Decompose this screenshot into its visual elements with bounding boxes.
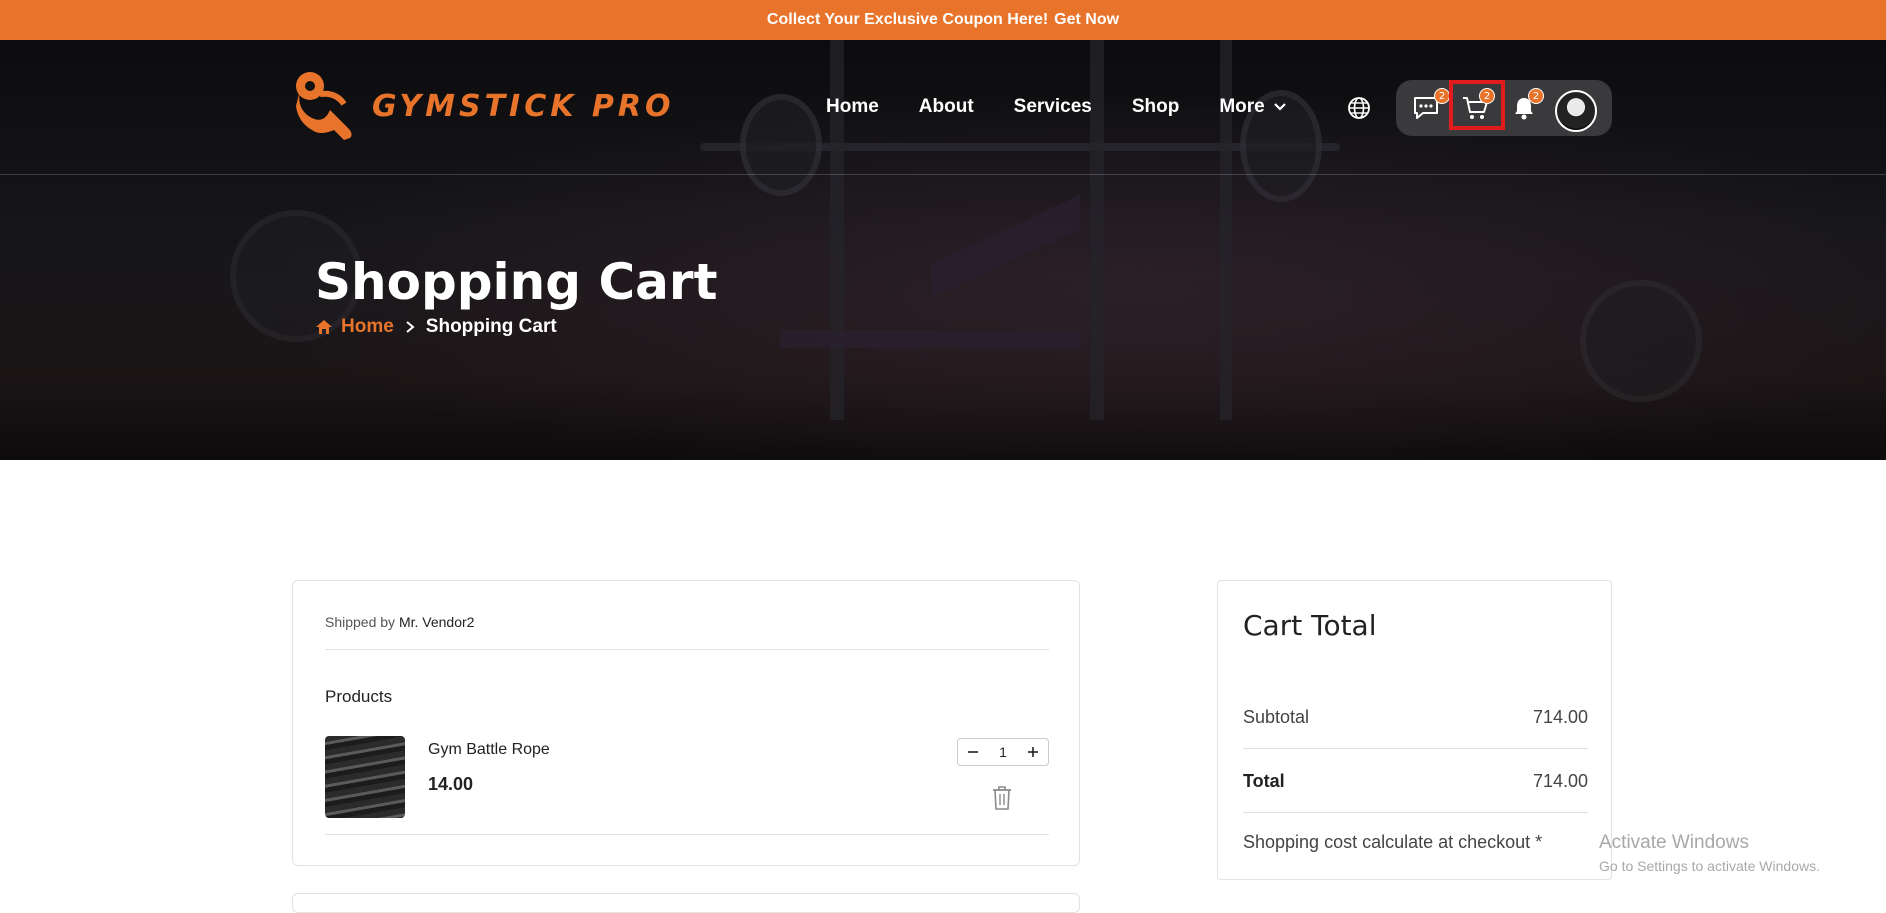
windows-activation-watermark: Activate Windows Go to Settings to activ… <box>1599 832 1820 874</box>
divider <box>325 649 1049 650</box>
hero-bench-decoration <box>780 330 1080 348</box>
nav-more[interactable]: More <box>1219 96 1286 118</box>
nav-more-label: More <box>1219 96 1265 117</box>
messages-count-badge: 2 <box>1434 88 1450 104</box>
cart-highlight-box <box>1449 80 1505 130</box>
total-value: 714.00 <box>1532 771 1588 791</box>
promo-cta-link[interactable]: Get Now <box>1054 11 1119 29</box>
product-name[interactable]: Gym Battle Rope <box>428 741 550 759</box>
vendor-name[interactable]: Mr. Vendor2 <box>399 614 475 630</box>
globe-icon[interactable] <box>1347 96 1371 120</box>
header-divider <box>0 174 1886 175</box>
site-logo[interactable]: GYMSTICK PRO <box>290 70 675 142</box>
products-heading: Products <box>325 687 393 706</box>
product-image[interactable] <box>325 736 405 818</box>
subtotal-label: Subtotal <box>1243 707 1310 727</box>
messages-button[interactable]: 2 <box>1402 80 1450 136</box>
subtotal-value: 714.00 <box>1532 707 1588 727</box>
hero-bench-decoration <box>930 195 1080 299</box>
notifications-button[interactable]: 2 <box>1500 80 1548 136</box>
quantity-stepper: 1 <box>957 738 1049 766</box>
product-price: 14.00 <box>428 774 474 794</box>
hero-plate-decoration <box>1580 280 1702 402</box>
shipping-note: Shopping cost calculate at checkout * <box>1243 832 1543 852</box>
nav-shop[interactable]: Shop <box>1132 96 1180 118</box>
hero-plate-decoration <box>740 94 822 196</box>
increase-quantity-button[interactable] <box>1024 743 1042 761</box>
cart-total-title: Cart Total <box>1243 609 1377 642</box>
page-title: Shopping Cart <box>315 253 718 311</box>
promo-bar: Collect Your Exclusive Coupon Here! Get … <box>0 0 1886 40</box>
breadcrumb-home-label: Home <box>341 316 394 337</box>
promo-text: Collect Your Exclusive Coupon Here! <box>766 11 1049 28</box>
nav-about[interactable]: About <box>919 96 974 118</box>
home-icon <box>316 320 332 334</box>
minus-icon <box>968 751 978 753</box>
decrease-quantity-button[interactable] <box>964 743 982 761</box>
shipped-by: Shipped by Mr. Vendor2 <box>325 614 474 630</box>
breadcrumb-current: Shopping Cart <box>425 316 557 337</box>
quantity-value[interactable]: 1 <box>999 744 1007 760</box>
divider <box>1243 812 1588 813</box>
notifications-count-badge: 2 <box>1528 88 1544 104</box>
cart-items-card: Shipped by Mr. Vendor2 Products Gym Batt… <box>292 580 1080 866</box>
main-nav: Home About Services Shop More <box>826 96 1287 118</box>
chevron-right-icon <box>406 321 415 333</box>
breadcrumb: Home Shopping Cart <box>315 316 557 338</box>
chevron-down-icon <box>1273 103 1286 111</box>
breadcrumb-home-link[interactable]: Home <box>315 316 394 338</box>
logo-icon <box>296 72 352 140</box>
divider <box>1243 748 1588 749</box>
nav-home[interactable]: Home <box>826 96 879 118</box>
total-row: Total 714.00 <box>1243 771 1588 792</box>
plus-icon <box>1027 747 1038 757</box>
watermark-title: Activate Windows <box>1599 832 1749 853</box>
logo-text: GYMSTICK PRO <box>372 88 675 124</box>
subtotal-row: Subtotal 714.00 <box>1243 707 1588 728</box>
trash-icon[interactable] <box>991 785 1013 811</box>
cart-total-card: Cart Total Subtotal 714.00 Total 714.00 … <box>1217 580 1612 880</box>
divider <box>325 834 1049 835</box>
total-label: Total <box>1243 771 1285 791</box>
user-avatar[interactable] <box>1555 90 1597 132</box>
cart-items-card <box>292 893 1080 913</box>
nav-services[interactable]: Services <box>1014 96 1092 118</box>
shipped-by-label: Shipped by <box>325 614 396 630</box>
watermark-subtitle: Go to Settings to activate Windows. <box>1599 858 1820 874</box>
